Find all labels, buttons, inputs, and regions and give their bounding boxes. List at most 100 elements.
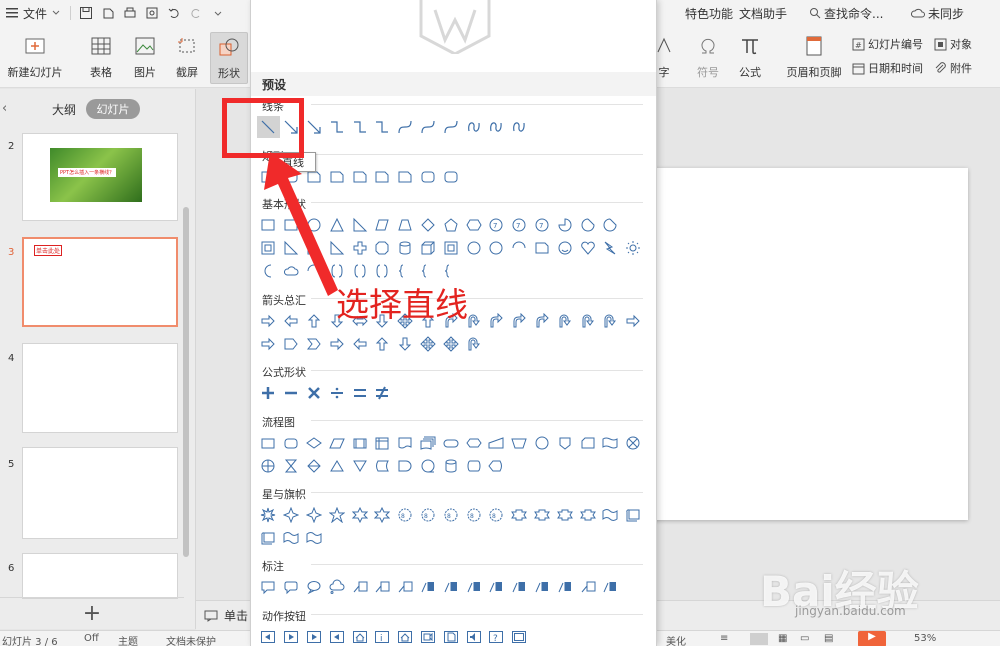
callbar-shape-icon[interactable] (553, 576, 576, 598)
fterm-shape-icon[interactable] (439, 432, 462, 454)
menu-file[interactable]: 文件 (0, 0, 66, 26)
seal-shape-icon[interactable]: 8 (394, 504, 417, 526)
fdoc-shape-icon[interactable] (394, 432, 417, 454)
arrowline-shape-icon[interactable] (303, 116, 326, 138)
fsort-shape-icon[interactable] (303, 455, 326, 477)
callbar-shape-icon[interactable] (485, 576, 508, 598)
elbow-shape-icon[interactable] (371, 116, 394, 138)
bent-shape-icon[interactable] (485, 310, 508, 332)
btnmov-shape-icon[interactable] (417, 626, 440, 646)
callbar-shape-icon[interactable] (417, 576, 440, 598)
arrq-shape-icon[interactable] (439, 333, 462, 355)
arrl-shape-icon[interactable] (348, 333, 371, 355)
customize-icon[interactable] (207, 2, 229, 24)
num-shape-icon[interactable]: 7 (531, 214, 554, 236)
bent-shape-icon[interactable] (508, 310, 531, 332)
circle-shape-icon[interactable] (485, 237, 508, 259)
elbow-shape-icon[interactable] (348, 116, 371, 138)
pie-shape-icon[interactable] (553, 214, 576, 236)
arc-shape-icon[interactable] (508, 237, 531, 259)
curve-shape-icon[interactable] (439, 116, 462, 138)
slide-thumbnail-6[interactable] (22, 553, 178, 599)
normal-view-icon[interactable]: ≡ (720, 633, 728, 644)
callln-shape-icon[interactable] (576, 576, 599, 598)
menu-special[interactable]: 特色功能 (680, 0, 738, 26)
rrect-shape-icon[interactable] (417, 166, 440, 188)
num-shape-icon[interactable]: 7 (508, 214, 531, 236)
callrect-shape-icon[interactable] (257, 576, 280, 598)
num-shape-icon[interactable]: 7 (485, 214, 508, 236)
slide-thumbnail-4[interactable] (22, 343, 178, 433)
arr-shape-icon[interactable] (622, 310, 645, 332)
print-icon[interactable] (119, 2, 141, 24)
callbar-shape-icon[interactable] (439, 576, 462, 598)
diamond-shape-icon[interactable] (417, 214, 440, 236)
grid-view-icon[interactable]: ▦ (778, 633, 787, 644)
penta-shape-icon[interactable] (280, 333, 303, 355)
slide-number-button[interactable]: # 幻灯片编号 (852, 34, 923, 54)
pent-shape-icon[interactable] (439, 214, 462, 236)
star6-shape-icon[interactable] (348, 504, 371, 526)
minus-shape-icon[interactable] (280, 382, 303, 404)
uturn-shape-icon[interactable] (462, 333, 485, 355)
seal-shape-icon[interactable]: 8 (439, 504, 462, 526)
callrr-shape-icon[interactable] (280, 576, 303, 598)
callbar-shape-icon[interactable] (599, 576, 622, 598)
star6-shape-icon[interactable] (371, 504, 394, 526)
fdrum-shape-icon[interactable] (462, 455, 485, 477)
fmerge-shape-icon[interactable] (348, 455, 371, 477)
save-icon[interactable] (75, 2, 97, 24)
heart-shape-icon[interactable] (576, 237, 599, 259)
preview-icon[interactable] (141, 2, 163, 24)
fcoll-shape-icon[interactable] (280, 455, 303, 477)
notes-view-icon[interactable]: ▤ (824, 633, 833, 644)
callln-shape-icon[interactable] (371, 576, 394, 598)
rtri-shape-icon[interactable] (348, 214, 371, 236)
callcl-shape-icon[interactable] (325, 576, 348, 598)
fstor-shape-icon[interactable] (371, 455, 394, 477)
bent-shape-icon[interactable] (531, 310, 554, 332)
fdec-shape-icon[interactable] (303, 432, 326, 454)
fdelay-shape-icon[interactable] (394, 455, 417, 477)
fdisk-shape-icon[interactable] (439, 455, 462, 477)
formula-button[interactable]: 公式 (730, 32, 770, 84)
btn-shape-icon[interactable] (508, 626, 531, 646)
fpre-shape-icon[interactable] (348, 432, 371, 454)
ftape-shape-icon[interactable] (599, 432, 622, 454)
search-command[interactable]: 查找命令... (804, 0, 888, 26)
snip-shape-icon[interactable] (531, 237, 554, 259)
btnback-shape-icon[interactable] (325, 626, 348, 646)
eq-shape-icon[interactable] (348, 382, 371, 404)
btnfwd-shape-icon[interactable] (303, 626, 326, 646)
for_-shape-icon[interactable] (257, 455, 280, 477)
ribbon-shape-icon[interactable] (508, 504, 531, 526)
sync-status[interactable]: 未同步 (906, 0, 969, 26)
beautify-button[interactable]: 美化 (666, 633, 686, 646)
btnfwd-shape-icon[interactable] (280, 626, 303, 646)
curve-shape-icon[interactable] (394, 116, 417, 138)
symbol-button[interactable]: 符号 (688, 32, 728, 84)
zoom-level[interactable]: 53% (914, 633, 936, 644)
bolt-shape-icon[interactable] (599, 237, 622, 259)
fdata-shape-icon[interactable] (325, 432, 348, 454)
arr-shape-icon[interactable] (257, 333, 280, 355)
notes-area[interactable]: 单击 (204, 607, 248, 624)
scroll-shape-icon[interactable] (257, 527, 280, 549)
star4-shape-icon[interactable] (303, 504, 326, 526)
tab-slides[interactable]: 幻灯片 (86, 99, 140, 119)
btnhome-shape-icon[interactable] (394, 626, 417, 646)
callln-shape-icon[interactable] (348, 576, 371, 598)
seal-shape-icon[interactable]: 8 (462, 504, 485, 526)
div-shape-icon[interactable] (325, 382, 348, 404)
screenshot-button[interactable]: 截屏 (170, 32, 204, 84)
fcard-shape-icon[interactable] (576, 432, 599, 454)
circle-shape-icon[interactable] (462, 237, 485, 259)
drop-shape-icon[interactable] (599, 214, 622, 236)
table-button[interactable]: 表格 (84, 32, 118, 84)
fsum-shape-icon[interactable] (622, 432, 645, 454)
wave-shape-icon[interactable] (280, 527, 303, 549)
snip-shape-icon[interactable] (348, 166, 371, 188)
slide-sorter-icon[interactable] (750, 633, 768, 645)
ribbon-shape-icon[interactable] (531, 504, 554, 526)
btnsnd-shape-icon[interactable] (462, 626, 485, 646)
